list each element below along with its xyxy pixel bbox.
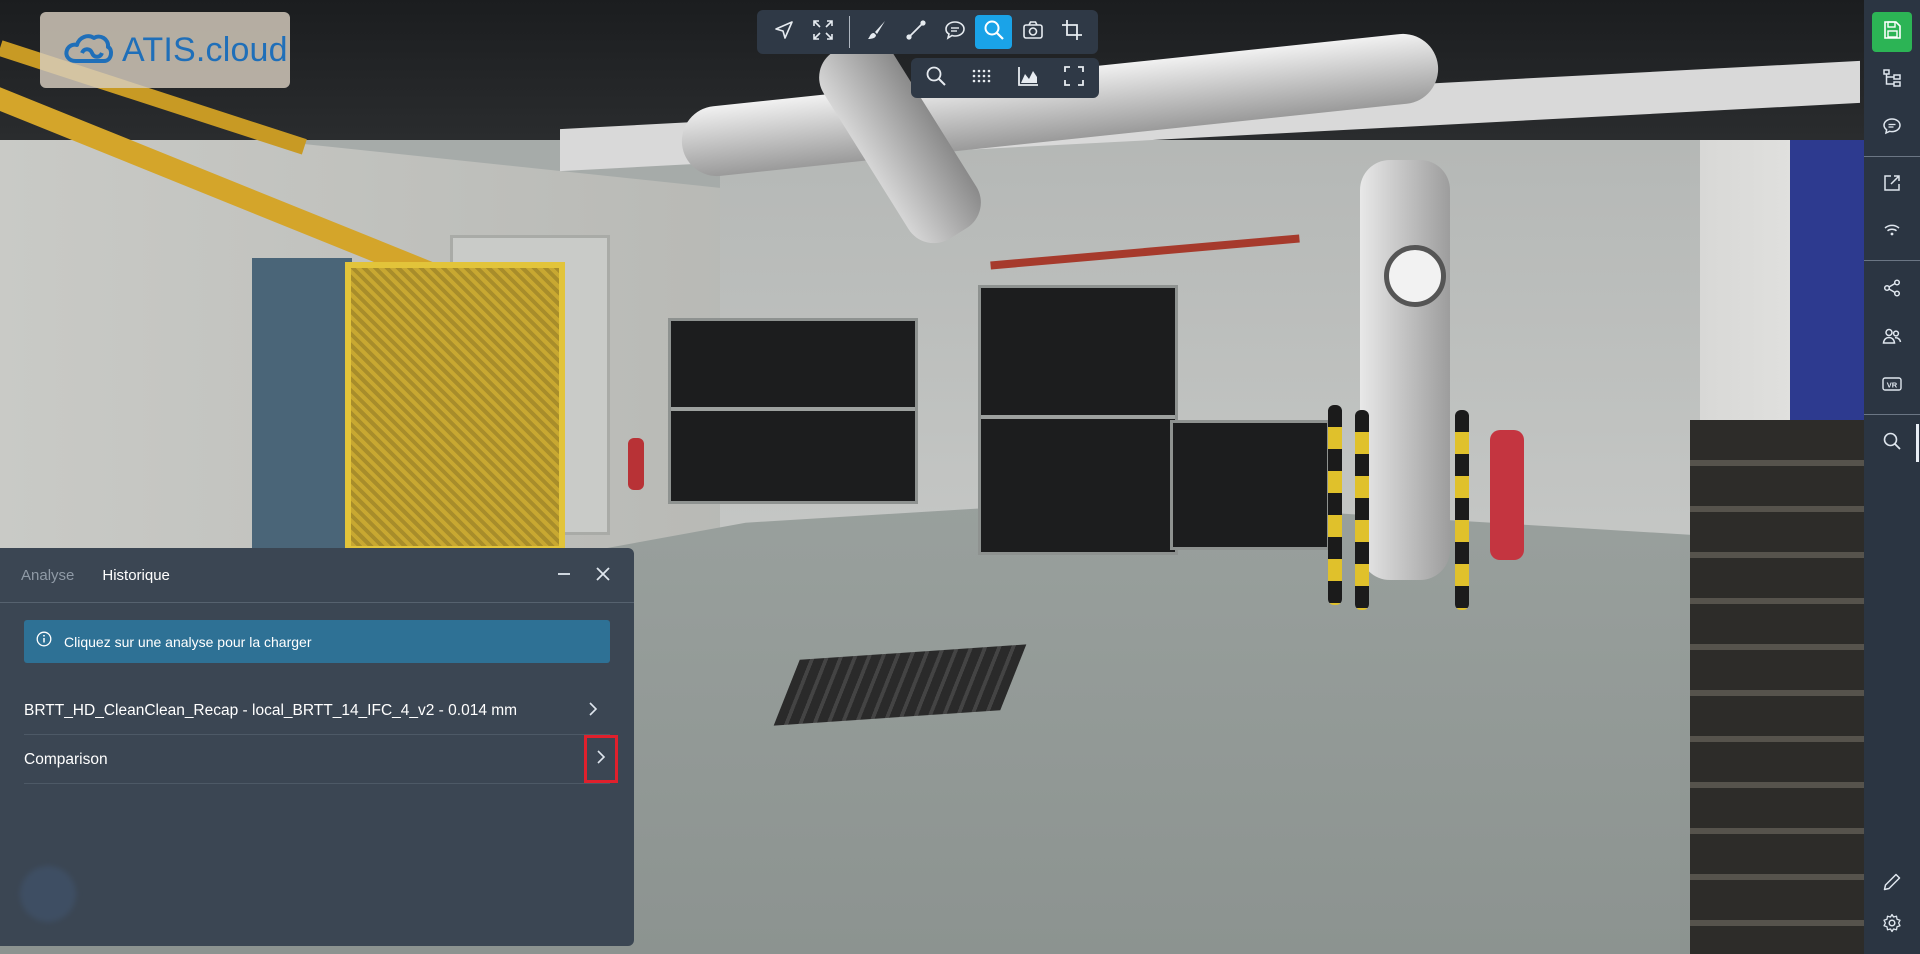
pencil-icon xyxy=(1882,872,1902,897)
close-panel-button[interactable] xyxy=(589,562,617,590)
search-button[interactable] xyxy=(1872,423,1912,463)
external-link-icon xyxy=(1882,173,1902,198)
sidebar-divider xyxy=(1864,414,1920,415)
connection-button[interactable] xyxy=(1872,212,1912,252)
zoom-tool-button[interactable] xyxy=(917,61,955,95)
measure-line-icon xyxy=(905,19,927,46)
svg-text:VR: VR xyxy=(1887,380,1898,389)
logo-text: ATIS.cloud xyxy=(122,30,288,69)
vr-icon: VR xyxy=(1881,375,1903,398)
tree-structure-icon xyxy=(1882,68,1902,93)
expand-arrows-icon xyxy=(812,19,834,46)
tab-historique[interactable]: Historique xyxy=(102,567,170,584)
share-icon xyxy=(1882,278,1902,303)
analysis-sub-toolbar xyxy=(911,58,1099,98)
scene-safety-barrier xyxy=(1355,410,1369,610)
scene-extinguisher-small xyxy=(628,438,644,490)
chat-bubble-icon xyxy=(1882,116,1902,141)
magnifier-icon xyxy=(983,19,1005,46)
scene-extinguisher xyxy=(1490,430,1524,560)
tree-view-button[interactable] xyxy=(1872,60,1912,100)
analysis-list-item[interactable]: BRTT_HD_CleanClean_Recap - local_BRTT_14… xyxy=(24,687,610,735)
scene-cabinet-blue xyxy=(252,258,352,548)
fit-view-button[interactable] xyxy=(1055,61,1093,95)
scene-barrel-rack xyxy=(1170,420,1330,550)
close-icon xyxy=(596,566,610,586)
sidebar-divider xyxy=(1864,260,1920,261)
analysis-panel: Analyse Historique Cliquez sur une analy… xyxy=(0,548,634,946)
vr-button[interactable]: VR xyxy=(1872,366,1912,406)
avatar xyxy=(20,866,76,922)
analysis-tool-button[interactable] xyxy=(975,15,1012,49)
gear-icon xyxy=(1882,913,1902,938)
scene-shelf-right xyxy=(1690,420,1864,954)
settings-button[interactable] xyxy=(1872,905,1912,945)
right-sidebar: VR xyxy=(1864,0,1920,954)
users-button[interactable] xyxy=(1872,318,1912,358)
open-external-button[interactable] xyxy=(1872,165,1912,205)
analysis-item-open-button[interactable] xyxy=(576,689,610,733)
measure-tool-button[interactable] xyxy=(897,15,934,49)
analysis-item-label: Comparison xyxy=(24,750,108,768)
scene-safety-barrier xyxy=(1328,405,1342,605)
scene-barrel-rack xyxy=(978,285,1178,555)
chevron-right-icon xyxy=(588,701,598,721)
analysis-list-item[interactable]: Comparison xyxy=(24,735,618,784)
info-icon xyxy=(36,631,52,652)
wifi-icon xyxy=(1882,220,1902,245)
analysis-item-label: BRTT_HD_CleanClean_Recap - local_BRTT_14… xyxy=(24,701,518,719)
comments-button[interactable] xyxy=(1872,108,1912,148)
cloud-logo-icon xyxy=(62,29,114,72)
crop-icon xyxy=(1061,19,1083,46)
scene-barrel-rack xyxy=(668,318,918,504)
panel-header: Analyse Historique xyxy=(0,548,634,603)
minimize-panel-button[interactable] xyxy=(550,562,578,590)
tab-analyse[interactable]: Analyse xyxy=(21,567,74,584)
screenshot-tool-button[interactable] xyxy=(1014,15,1051,49)
search-icon xyxy=(1882,431,1902,456)
search-icon xyxy=(925,65,947,92)
save-disk-icon xyxy=(1882,20,1902,45)
info-message: Cliquez sur une analyse pour la charger xyxy=(64,633,312,650)
sidebar-divider xyxy=(1864,156,1920,157)
annotation-tool-button[interactable] xyxy=(936,15,973,49)
camera-icon xyxy=(1022,19,1044,46)
analysis-item-open-button[interactable] xyxy=(584,735,618,783)
main-toolbar xyxy=(757,10,1098,54)
scene-clock xyxy=(1384,245,1446,307)
app-logo: ATIS.cloud xyxy=(40,12,290,88)
info-banner: Cliquez sur une analyse pour la charger xyxy=(24,620,610,663)
comment-bubble-icon xyxy=(944,19,966,46)
elevation-tool-button[interactable] xyxy=(1009,61,1047,95)
navigation-arrow-icon xyxy=(774,20,794,45)
edit-button[interactable] xyxy=(1872,864,1912,904)
minimize-icon xyxy=(557,567,571,586)
scene-pipe-vertical xyxy=(1360,160,1450,580)
dot-grid-icon xyxy=(971,65,993,92)
save-button[interactable] xyxy=(1872,12,1912,52)
paint-tool-button[interactable] xyxy=(858,15,895,49)
brush-icon xyxy=(866,19,888,46)
points-tool-button[interactable] xyxy=(963,61,1001,95)
fullscreen-icon xyxy=(1063,65,1085,92)
toolbar-divider xyxy=(849,16,850,48)
navigate-tool-button[interactable] xyxy=(765,15,802,49)
chevron-right-icon xyxy=(596,749,606,769)
area-chart-icon xyxy=(1017,65,1039,92)
sidebar-active-indicator xyxy=(1916,424,1919,462)
expand-tool-button[interactable] xyxy=(804,15,841,49)
scene-cabinet-yellow xyxy=(345,262,565,552)
share-button[interactable] xyxy=(1872,270,1912,310)
users-icon xyxy=(1882,326,1902,351)
crop-tool-button[interactable] xyxy=(1053,15,1090,49)
scene-safety-barrier xyxy=(1455,410,1469,610)
